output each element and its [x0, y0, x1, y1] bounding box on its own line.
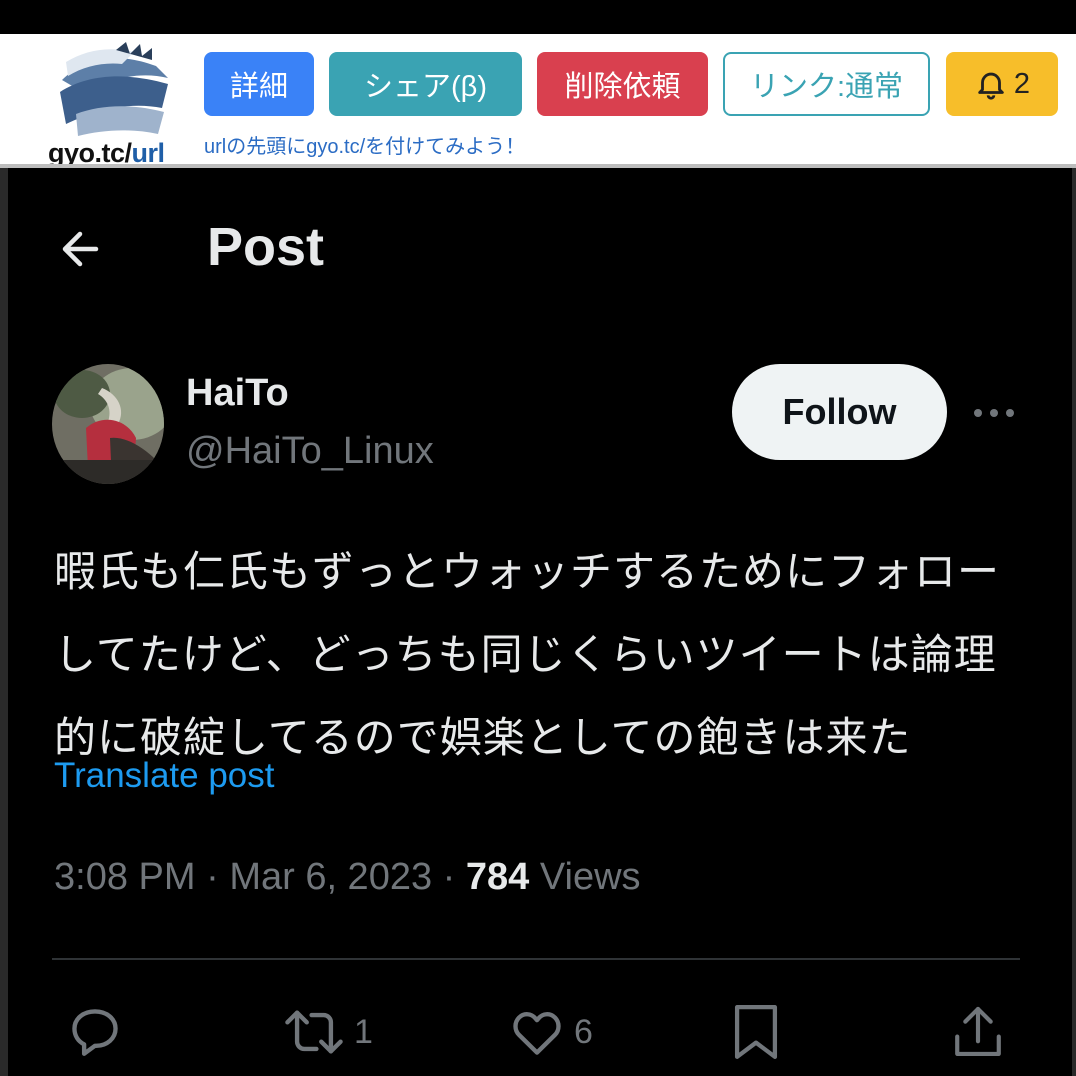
post-text-line: 暇氏も仁氏もずっとウォッチするためにフォロー — [54, 548, 1001, 595]
delete-request-button[interactable]: 削除依頼 — [537, 52, 708, 116]
repost-count: 1 — [354, 1012, 373, 1051]
post-time[interactable]: 3:08 PM — [54, 856, 196, 898]
notification-button[interactable]: 2 — [946, 52, 1058, 116]
frame-divider — [0, 164, 1076, 168]
meta-separator: · — [206, 856, 219, 898]
post-text-line: してたけど、どっちも同じくらいツイートは論理 — [54, 631, 997, 678]
post-text: 暇氏も仁氏もずっとウォッチするためにフォロー してたけど、どっちも同じくらいツイ… — [54, 530, 1034, 779]
share-beta-button[interactable]: シェア(β) — [329, 52, 522, 116]
user-handle[interactable]: @HaiTo_Linux — [186, 430, 434, 473]
gyo-header: gyo.tc/url 詳細 シェア(β) 削除依頼 リンク:通常 2 urlの先… — [0, 34, 1076, 168]
bookmark-button[interactable] — [730, 1000, 782, 1064]
heart-icon — [513, 1012, 561, 1055]
bookmark-icon — [734, 1005, 778, 1059]
divider — [52, 958, 1020, 960]
detail-button[interactable]: 詳細 — [204, 52, 314, 116]
more-options-icon[interactable] — [970, 396, 1018, 430]
page-title: Post — [207, 217, 325, 277]
reply-icon — [72, 1009, 118, 1056]
frame-left-edge — [0, 168, 8, 1076]
avatar-image — [52, 364, 164, 484]
share-icon — [955, 1006, 1001, 1056]
translate-post-link[interactable]: Translate post — [54, 756, 274, 796]
repost-button[interactable]: 1 — [282, 1000, 373, 1064]
follow-button[interactable]: Follow — [732, 364, 947, 460]
post-date[interactable]: Mar 6, 2023 — [229, 856, 432, 898]
views-count: 784 — [465, 856, 530, 898]
post-metadata: 3:08 PM · Mar 6, 2023 · 784 Views — [54, 856, 641, 899]
views-label: Views — [539, 856, 641, 898]
logo-wave-icon — [60, 42, 168, 136]
gyo-hint-text: urlの先頭にgyo.tc/を付けてみよう！ — [204, 136, 526, 158]
reply-button[interactable] — [66, 1000, 124, 1064]
like-button[interactable]: 6 — [508, 1000, 593, 1064]
repost-icon — [285, 1010, 343, 1054]
avatar[interactable] — [52, 364, 164, 484]
frame-right-edge — [1072, 168, 1076, 1076]
notification-count: 2 — [1013, 67, 1031, 100]
gyo-logo[interactable]: gyo.tc/url — [48, 42, 184, 168]
bell-icon — [978, 72, 1004, 100]
back-arrow-icon[interactable] — [56, 224, 106, 274]
link-mode-button[interactable]: リンク:通常 — [723, 52, 930, 116]
status-bar — [0, 0, 1076, 34]
display-name[interactable]: HaiTo — [186, 372, 289, 415]
share-button[interactable] — [950, 1000, 1006, 1064]
like-count: 6 — [574, 1012, 593, 1051]
meta-separator: · — [442, 856, 456, 898]
